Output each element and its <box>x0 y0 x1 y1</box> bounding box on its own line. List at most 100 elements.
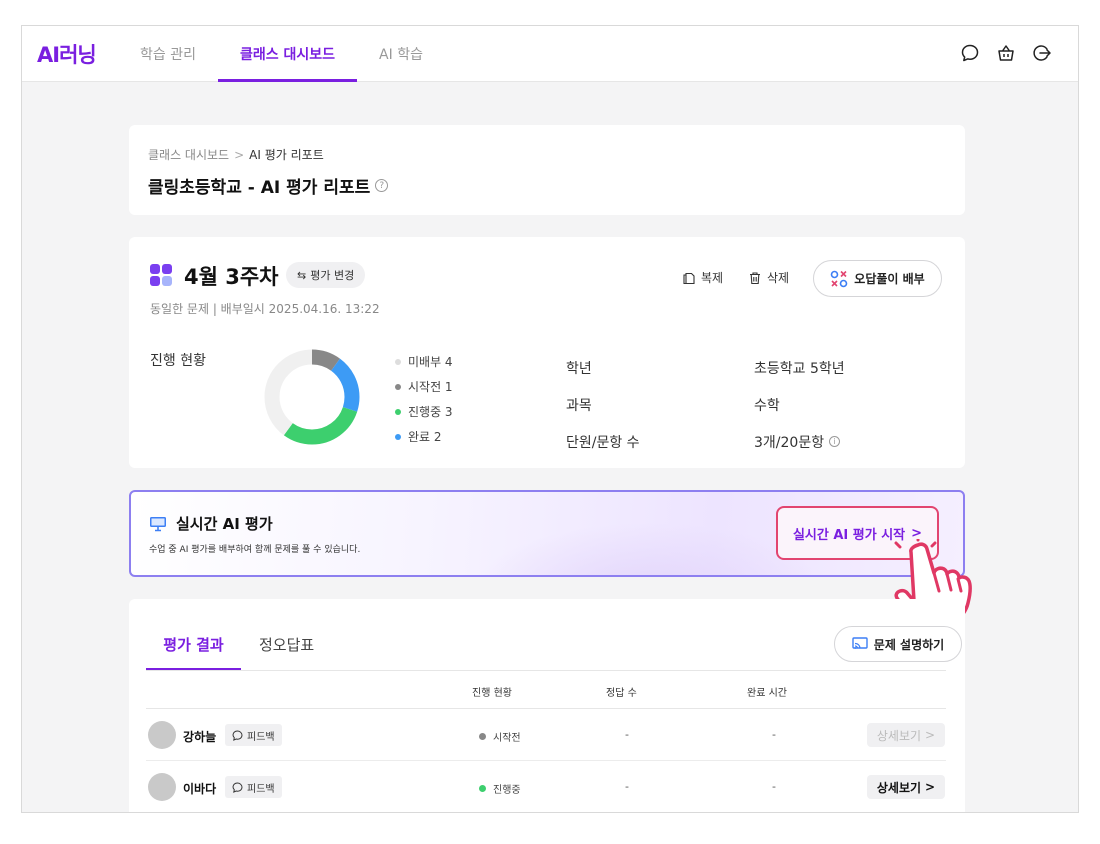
info-key: 단원/문항 수 <box>566 434 640 451</box>
completion-time: - <box>772 780 776 793</box>
chat-bubble-icon <box>232 781 243 793</box>
breadcrumb: 클래스 대시보드 > AI 평가 리포트 <box>148 146 324 163</box>
copy-icon <box>683 272 695 284</box>
results-tabs: 평가 결과 정오답표 문제 설명하기 <box>146 599 962 671</box>
chat-bubble-icon <box>232 729 243 741</box>
feedback-button[interactable]: 피드백 <box>225 776 282 798</box>
nav-class-dashboard[interactable]: 클래스 대시보드 <box>217 26 358 82</box>
grid-icon-cell <box>150 264 160 274</box>
logo[interactable]: AI러닝 <box>37 39 97 69</box>
legend-item-in-progress: 진행중 3 <box>395 399 453 424</box>
nav-ai-learning[interactable]: AI 학습 <box>357 26 445 82</box>
realtime-assessment-banner: 실시간 AI 평가 수업 중 AI 평가를 배부하여 함께 문제를 풀 수 있습… <box>129 490 965 577</box>
student-name: 이바다 <box>183 782 217 796</box>
avatar <box>148 773 176 801</box>
delete-label: 삭제 <box>767 271 790 285</box>
breadcrumb-current: AI 평가 리포트 <box>249 148 324 162</box>
legend-dot <box>395 358 401 365</box>
legend-dot <box>395 383 401 390</box>
assessment-summary-card: 4월 3주차 ⇆ 평가 변경 동일한 문제 | 배부일시 2025.04.16.… <box>129 237 965 468</box>
status-dot <box>479 733 486 740</box>
legend-dot <box>395 408 401 415</box>
student-status: 진행중 <box>479 781 521 796</box>
legend-label: 미배부 4 <box>408 355 453 369</box>
info-row-subject: 과목 수학 <box>566 386 845 423</box>
tab-answer-sheet[interactable]: 정오답표 <box>259 634 314 670</box>
realtime-description: 수업 중 AI 평가를 배부하여 함께 문제를 풀 수 있습니다. <box>149 545 361 555</box>
header-actions <box>960 43 1052 63</box>
completion-time: - <box>772 728 776 741</box>
assessment-meta: 동일한 문제 | 배부일시 2025.04.16. 13:22 <box>150 302 380 316</box>
column-header-time: 완료 시간 <box>747 688 787 699</box>
correct-count: - <box>625 780 629 793</box>
breadcrumb-chevron-icon: > <box>234 148 245 162</box>
start-realtime-label: 실시간 AI 평가 시작 <box>792 527 906 543</box>
legend-dot <box>395 433 401 440</box>
chevron-right-icon: > <box>925 728 936 742</box>
assign-review-label: 오답풀이 배부 <box>854 272 925 286</box>
page-title-text: 클링초등학교 - AI 평가 리포트 <box>148 178 371 198</box>
assign-review-button[interactable]: 오답풀이 배부 <box>813 260 942 297</box>
info-icon[interactable]: i <box>829 436 841 447</box>
info-value: 초등학교 5학년 <box>754 360 845 377</box>
progress-legend: 미배부 4 시작전 1 진행중 3 완료 2 <box>395 349 453 449</box>
main-nav: 학습 관리 클래스 대시보드 AI 학습 <box>118 26 445 82</box>
tab-assessment-results[interactable]: 평가 결과 <box>146 634 241 670</box>
change-assessment-button[interactable]: ⇆ 평가 변경 <box>286 262 366 288</box>
grid-icon-cell <box>150 276 160 286</box>
view-detail-label: 상세보기 <box>876 728 922 743</box>
breadcrumb-parent[interactable]: 클래스 대시보드 <box>148 148 229 162</box>
grid-icon-cell <box>162 276 172 286</box>
student-name: 강하늘 <box>183 730 217 744</box>
grid-icon <box>150 264 172 286</box>
correct-count: - <box>625 728 629 741</box>
chat-bubble-icon[interactable] <box>960 43 980 63</box>
legend-label: 완료 2 <box>408 430 442 444</box>
info-value-wrap: 3개/20문항 i <box>754 432 841 452</box>
feedback-button[interactable]: 피드백 <box>225 724 282 746</box>
nav-learning-management[interactable]: 학습 관리 <box>118 26 218 82</box>
status-text: 진행중 <box>493 785 521 796</box>
chevron-right-icon: > <box>925 780 936 794</box>
monitor-icon <box>150 516 166 531</box>
realtime-title: 실시간 AI 평가 <box>149 513 273 534</box>
table-row: 강하늘 피드백 시작전 - - 상세보기 > <box>146 709 946 761</box>
view-detail-label: 상세보기 <box>876 780 922 795</box>
student-status: 시작전 <box>479 729 521 744</box>
basket-icon[interactable] <box>996 43 1016 63</box>
delete-button[interactable]: 삭제 <box>748 269 789 286</box>
view-detail-button[interactable]: 상세보기 > <box>867 775 945 799</box>
legend-label: 시작전 1 <box>408 380 453 394</box>
change-assessment-label: 평가 변경 <box>310 269 355 282</box>
copy-label: 복제 <box>701 271 724 285</box>
info-key: 과목 <box>566 397 592 414</box>
assessment-title: 4월 3주차 <box>184 265 279 289</box>
grid-icon-cell <box>162 264 172 274</box>
info-row-units: 단원/문항 수 3개/20문항 i <box>566 423 845 460</box>
legend-item-unassigned: 미배부 4 <box>395 349 453 374</box>
assessment-info: 학년 초등학교 5학년 과목 수학 단원/문항 수 3개/20문항 i <box>566 349 845 460</box>
ox-icon <box>830 270 848 287</box>
legend-label: 진행중 3 <box>408 405 453 419</box>
view-detail-button[interactable]: 상세보기 > <box>867 723 945 747</box>
cast-screen-icon <box>852 637 868 649</box>
realtime-title-text: 실시간 AI 평가 <box>176 515 273 533</box>
results-card: 평가 결과 정오답표 문제 설명하기 진행 현황 정답 수 완료 시간 강하늘 … <box>129 599 965 812</box>
help-icon[interactable]: ? <box>375 179 389 192</box>
copy-button[interactable]: 복제 <box>682 269 723 286</box>
info-value: 3개/20문항 <box>754 434 825 451</box>
table-row: 이바다 피드백 진행중 - - 상세보기 > <box>146 761 946 812</box>
top-navigation-bar: AI러닝 학습 관리 클래스 대시보드 AI 학습 <box>22 26 1078 82</box>
swap-arrows-icon: ⇆ <box>297 268 307 282</box>
legend-item-not-started: 시작전 1 <box>395 374 453 399</box>
column-header-status: 진행 현황 <box>472 688 512 699</box>
feedback-label: 피드백 <box>247 783 275 795</box>
logout-icon[interactable] <box>1032 43 1052 63</box>
report-header-card: 클래스 대시보드 > AI 평가 리포트 클링초등학교 - AI 평가 리포트 ? <box>129 125 965 215</box>
trash-icon <box>750 271 760 284</box>
legend-item-complete: 완료 2 <box>395 424 453 449</box>
explain-problem-button[interactable]: 문제 설명하기 <box>834 626 962 662</box>
status-dot <box>479 785 486 792</box>
results-table-header: 진행 현황 정답 수 완료 시간 <box>146 672 946 709</box>
feedback-label: 피드백 <box>247 731 275 743</box>
